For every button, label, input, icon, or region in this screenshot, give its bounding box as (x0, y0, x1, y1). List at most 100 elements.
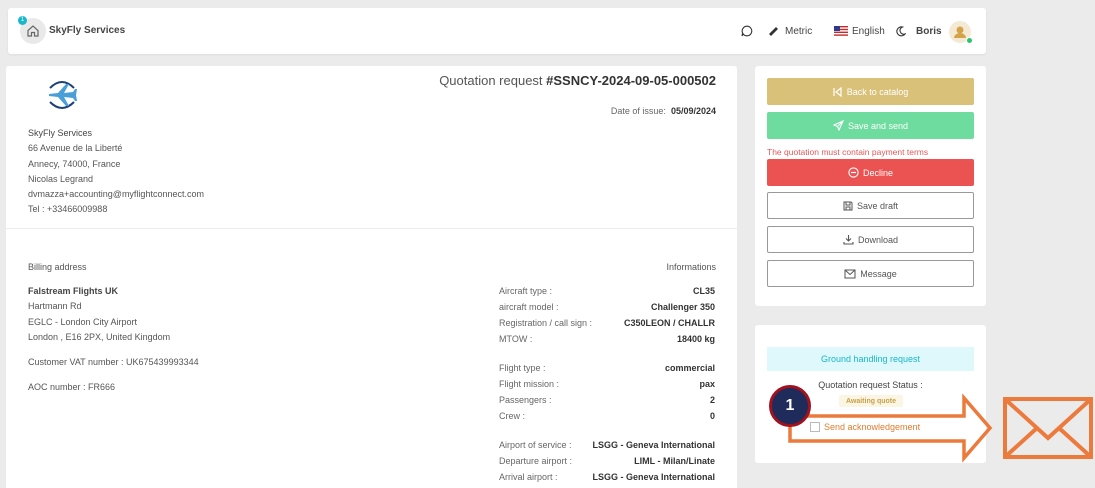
sender-city: Annecy, 74000, France (28, 158, 121, 169)
sender-contact: Nicolas Legrand (28, 173, 94, 184)
theme-toggle[interactable] (895, 8, 906, 54)
info-label: Airport of service : (499, 440, 572, 450)
page-title: Quotation request #SSNCY-2024-09-05-0005… (439, 73, 716, 88)
info-label: Passengers : (499, 395, 552, 405)
back-to-catalog-button[interactable]: Back to catalog (767, 78, 974, 105)
floppy-icon (843, 201, 853, 210)
save-draft-button[interactable]: Save draft (767, 192, 974, 219)
company-logo (44, 78, 80, 117)
sender-tel: Tel : +33466009988 (28, 204, 108, 215)
info-label: Flight mission : (499, 379, 560, 389)
billing-title: Billing address (28, 262, 87, 272)
info-value: Challenger 350 (650, 302, 715, 312)
home-icon (27, 25, 39, 37)
billing-line3: London , E16 2PX, United Kingdom (28, 331, 171, 342)
info-row: Registration / call sign : C350LEON / CHA… (499, 318, 715, 328)
billing-line1: Hartmann Rd (28, 301, 82, 312)
info-label: MTOW : (499, 334, 533, 344)
actions-panel: Back to catalog Save and send The quotat… (755, 66, 986, 306)
billing-company: Falstream Flights UK (28, 286, 119, 296)
online-status-dot (966, 37, 973, 44)
send-acknowledgement-label: Send acknowledgement (824, 422, 921, 432)
brand-name: SkyFly Services (49, 25, 126, 36)
billing-aoc: AOC number : FR666 (28, 382, 116, 393)
airplane-logo-icon (49, 81, 77, 109)
save-draft-label: Save draft (856, 200, 899, 211)
user-avatar[interactable] (949, 21, 973, 44)
info-row: MTOW : 18400 kg (499, 334, 715, 344)
decline-icon (848, 167, 859, 178)
issue-date-value: 05/09/2024 (670, 106, 716, 116)
info-value: LIML - Milan/Linate (634, 456, 715, 466)
sender-street: 66 Avenue de la Liberté (28, 143, 123, 154)
issue-date-label: Date of issue: (610, 106, 666, 116)
info-row: Crew : 0 (499, 411, 715, 421)
info-label: Arrival airport : (499, 472, 558, 482)
message-button[interactable]: Message (767, 260, 974, 287)
download-button[interactable]: Download (767, 226, 974, 253)
info-row: Arrival airport : LSGG - Geneva Internati… (499, 472, 715, 482)
decline-button[interactable]: Decline (767, 159, 974, 186)
info-row: Passengers : 2 (499, 395, 715, 405)
units-label: Metric (785, 25, 813, 37)
chat-button[interactable] (741, 8, 753, 54)
info-value: LSGG - Geneva International (592, 472, 715, 482)
save-and-send-button[interactable]: Save and send (767, 112, 974, 139)
info-value: 0 (709, 411, 715, 421)
units-toggle[interactable]: Metric (768, 8, 812, 54)
billing-vat: Customer VAT number : UK675439993344 (28, 357, 199, 368)
decline-label: Decline (862, 167, 893, 178)
info-row: Airport of service : LSGG - Geneva Intern… (499, 440, 715, 450)
ruler-icon (769, 26, 778, 36)
info-value: C350LEON / CHALLR (623, 318, 715, 328)
info-row: Flight type : commercial (499, 363, 715, 373)
envelope-icon (844, 269, 856, 278)
payment-terms-warning: The quotation must contain payment terms (767, 147, 929, 157)
issue-date: Date of issue: 05/09/2024 (611, 106, 716, 116)
section-divider (6, 228, 737, 229)
sender-email: dvmazza+accounting@myflightconnect.com (28, 189, 204, 200)
language-selector[interactable]: English (834, 8, 885, 54)
sender-address: SkyFly Services 66 Avenue de la Liberté … (28, 126, 204, 218)
info-label: Flight type : (499, 363, 546, 373)
chat-icon (741, 25, 753, 37)
back-to-catalog-label: Back to catalog (846, 86, 909, 97)
info-label: Departure airport : (499, 456, 573, 466)
send-acknowledgement-checkbox[interactable]: Send acknowledgement (810, 422, 920, 432)
back-icon (833, 86, 842, 97)
envelope-annotation-icon (1003, 397, 1093, 459)
step-number-badge: 1 (769, 385, 811, 427)
send-icon (832, 120, 844, 131)
info-label: Aircraft type : (499, 286, 553, 296)
language-label: English (852, 25, 885, 37)
moon-icon (896, 25, 906, 36)
info-value: 2 (709, 395, 715, 405)
info-value: commercial (664, 363, 715, 373)
download-icon (843, 235, 854, 245)
save-and-send-label: Save and send (847, 120, 909, 131)
info-value: LSGG - Geneva International (592, 440, 715, 450)
download-label: Download (857, 234, 899, 245)
billing-line2: EGLC - London City Airport (28, 316, 138, 327)
status-badge: Awaiting quote (839, 395, 903, 407)
sender-name: SkyFly Services (28, 128, 93, 138)
informations-title: Informations (666, 262, 716, 272)
message-label: Message (860, 268, 897, 279)
info-label: Crew : (499, 411, 526, 421)
quotation-number: #SSNCY-2024-09-05-000502 (546, 73, 716, 88)
info-label: aircraft model : (499, 302, 559, 312)
info-row: Aircraft type : CL35 (499, 286, 715, 296)
info-value: CL35 (692, 286, 715, 296)
info-label: Registration / call sign : (499, 318, 593, 328)
quotation-panel: Quotation request #SSNCY-2024-09-05-0005… (6, 66, 737, 488)
checkbox[interactable] (810, 422, 820, 432)
info-row: aircraft model : Challenger 350 (499, 302, 715, 312)
top-bar: 1 SkyFly Services Metric English Boris (8, 8, 986, 54)
user-name[interactable]: Boris (916, 8, 942, 54)
info-row: Flight mission : pax (499, 379, 715, 389)
info-value: 18400 kg (676, 334, 715, 344)
title-prefix: Quotation request (439, 73, 547, 88)
billing-address: Falstream Flights UK Hartmann Rd EGLC - … (28, 284, 199, 396)
info-row: Departure airport : LIML - Milan/Linate (499, 456, 715, 466)
us-flag-icon (834, 26, 848, 36)
